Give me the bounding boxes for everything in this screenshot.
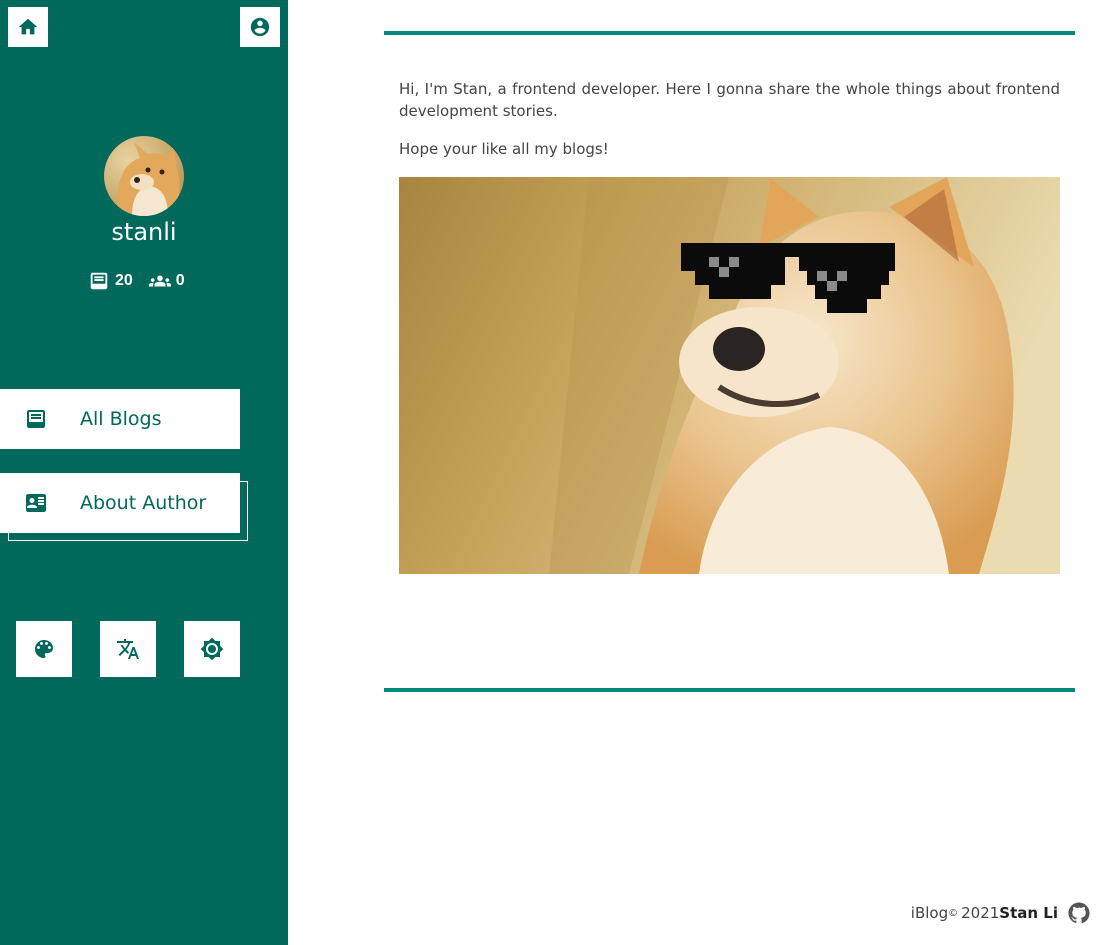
- nav-item-label: All Blogs: [80, 408, 162, 430]
- footer-author: Stan Li: [999, 904, 1058, 922]
- group-icon: [148, 275, 171, 287]
- doge-illustration: [399, 177, 1060, 574]
- avatar[interactable]: [104, 136, 184, 216]
- username: stanli: [111, 218, 177, 246]
- blog-icon: [27, 410, 45, 428]
- theme-color-button[interactable]: [16, 621, 72, 677]
- doge-avatar-image: [104, 136, 184, 216]
- top-divider: [384, 31, 1075, 35]
- brightness-button[interactable]: [184, 621, 240, 677]
- follower-count-stat: 0: [148, 270, 185, 292]
- contact-card-icon: [26, 494, 46, 512]
- intro-paragraph: Hi, I'm Stan, a frontend developer. Here…: [399, 80, 1060, 120]
- footer-brand: iBlog: [910, 904, 949, 922]
- palette-icon: [35, 640, 53, 658]
- hope-paragraph: Hope your like all my blogs!: [399, 140, 609, 158]
- footer-year: 2021: [961, 904, 1000, 922]
- blog-count: 20: [115, 272, 133, 289]
- nav-item-about-author[interactable]: About Author: [0, 473, 240, 533]
- blog-count-stat: 20: [88, 270, 133, 292]
- home-button[interactable]: [8, 7, 48, 47]
- blog-icon: [90, 272, 108, 290]
- account-circle-icon: [250, 17, 270, 37]
- copyright-symbol: ©: [948, 907, 959, 919]
- home-icon: [18, 18, 38, 35]
- footer: iBlog © 2021 Stan Li: [911, 902, 1090, 924]
- doge-sunglasses-image: [399, 177, 1060, 574]
- nav-item-all-blogs[interactable]: All Blogs: [0, 389, 240, 449]
- brightness-icon: [200, 637, 224, 661]
- nav-item-label: About Author: [80, 492, 207, 514]
- bottom-divider: [384, 688, 1075, 692]
- user-stats: 20 0: [88, 270, 185, 292]
- sidebar: stanli 20 0 All Blogs About Author: [0, 0, 288, 945]
- follower-count: 0: [175, 272, 185, 289]
- translate-icon: [117, 639, 139, 659]
- account-button[interactable]: [240, 7, 280, 47]
- github-icon[interactable]: [1068, 902, 1090, 924]
- language-button[interactable]: [100, 621, 156, 677]
